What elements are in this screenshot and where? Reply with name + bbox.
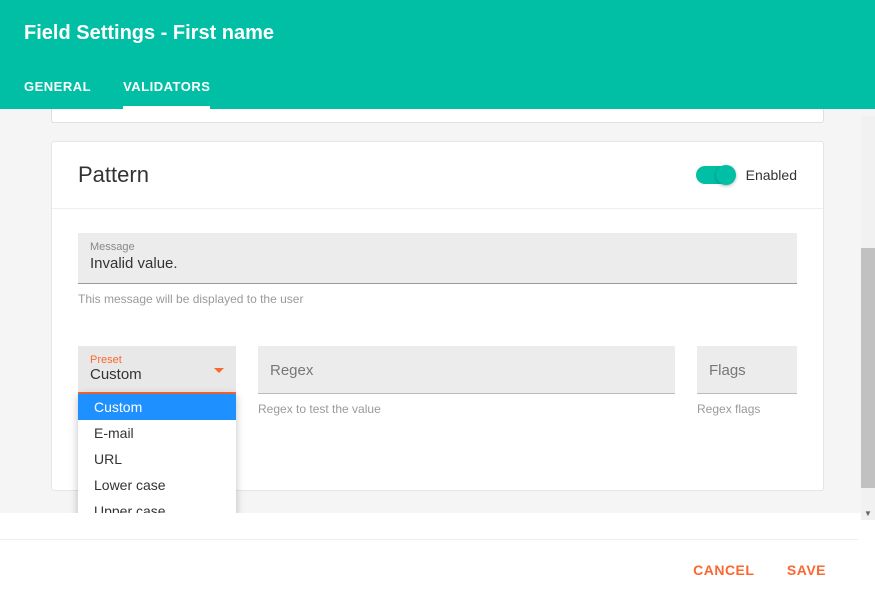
message-label: Message: [90, 241, 785, 253]
preset-option-email[interactable]: E-mail: [78, 420, 236, 446]
cancel-button[interactable]: CANCEL: [693, 562, 754, 578]
pattern-card: Pattern Enabled Message This message wil…: [51, 141, 824, 491]
regex-placeholder: Regex: [270, 362, 313, 379]
enabled-toggle-wrap: Enabled: [696, 166, 797, 184]
enabled-toggle[interactable]: [696, 166, 734, 184]
flags-input[interactable]: Flags: [697, 346, 797, 394]
regex-row: Preset Custom Custom E-mail URL Lower ca…: [78, 346, 797, 394]
chevron-down-icon: [214, 368, 224, 373]
preset-option-lowercase[interactable]: Lower case: [78, 472, 236, 498]
preset-option-url[interactable]: URL: [78, 446, 236, 472]
scrollbar-down-icon[interactable]: ▼: [861, 506, 875, 520]
pattern-card-header: Pattern Enabled: [52, 142, 823, 209]
tab-general[interactable]: GENERAL: [24, 69, 91, 109]
preset-value: Custom: [90, 366, 142, 383]
enabled-label: Enabled: [746, 167, 797, 183]
save-button[interactable]: SAVE: [787, 562, 826, 578]
tab-validators[interactable]: VALIDATORS: [123, 69, 210, 109]
preset-dropdown: Custom E-mail URL Lower case Upper case: [78, 394, 236, 513]
regex-input[interactable]: Regex: [258, 346, 675, 394]
dialog-header: Field Settings - First name GENERAL VALI…: [0, 0, 875, 109]
preset-option-custom[interactable]: Custom: [78, 394, 236, 420]
scrollbar-thumb[interactable]: [861, 248, 875, 488]
pattern-title: Pattern: [78, 162, 149, 188]
pattern-card-body: Message This message will be displayed t…: [52, 209, 823, 440]
preset-label: Preset: [90, 354, 224, 366]
preset-select[interactable]: Preset Custom Custom E-mail URL Lower ca…: [78, 346, 236, 394]
toggle-knob: [716, 165, 736, 185]
dialog-footer: CANCEL SAVE: [0, 539, 858, 602]
dialog-title: Field Settings - First name: [24, 22, 851, 45]
flags-helper: Regex flags: [697, 402, 797, 416]
preset-option-uppercase[interactable]: Upper case: [78, 498, 236, 513]
regex-helper: Regex to test the value: [258, 402, 675, 416]
message-helper: This message will be displayed to the us…: [78, 292, 797, 306]
message-field[interactable]: Message: [78, 233, 797, 284]
message-input[interactable]: [90, 255, 785, 272]
content-area: Pattern Enabled Message This message wil…: [0, 109, 875, 513]
tabs: GENERAL VALIDATORS: [24, 69, 851, 109]
flags-placeholder: Flags: [709, 362, 746, 379]
previous-card-edge: [51, 109, 824, 123]
